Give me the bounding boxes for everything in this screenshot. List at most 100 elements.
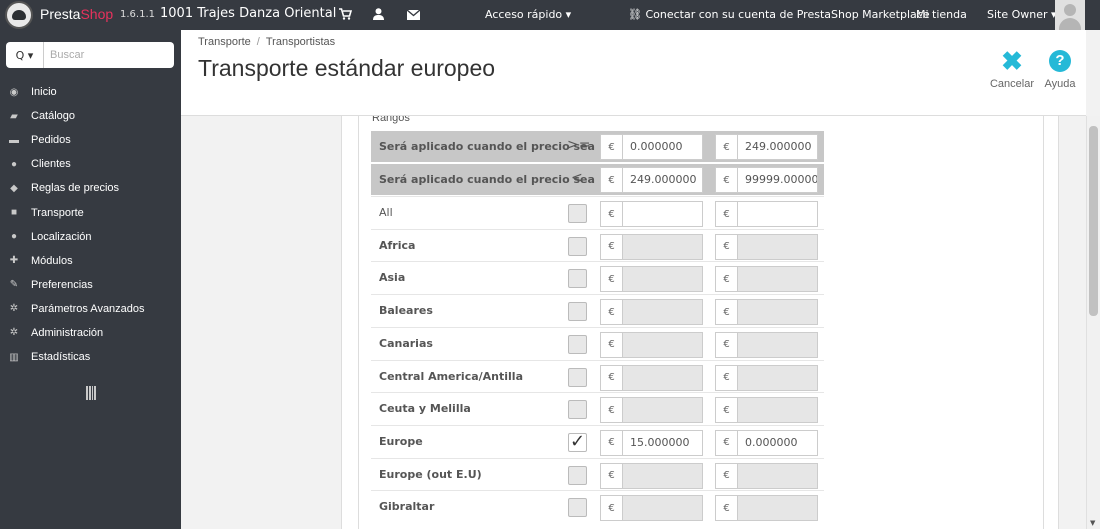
cancel-button[interactable]: ✖ Cancelar [989,48,1035,90]
fee-field[interactable]: € [600,462,703,489]
fee-input[interactable]: 15.000000 [623,430,702,455]
fee-input[interactable] [738,202,817,226]
range-to-input[interactable]: 99999.000000 [738,168,817,192]
fee-input[interactable] [738,398,817,423]
fee-field[interactable]: € [600,364,703,391]
cart-icon[interactable] [339,8,352,20]
zone-checkbox-checked[interactable] [568,431,587,452]
my-shop-link[interactable]: Mi tienda [916,8,967,21]
sidebar-item-localizacion[interactable]: ● Localización [0,225,181,249]
sidebar-item-reglas-precios[interactable]: ◆ Reglas de precios [0,176,181,200]
range-to-input[interactable]: 249.000000 [738,135,817,159]
fee-field[interactable]: € [600,397,703,424]
range-from-field[interactable]: € 0.000000 [600,134,703,160]
fee-field[interactable]: € [600,331,703,358]
fee-input[interactable] [623,267,702,292]
fee-field[interactable]: € [715,397,818,424]
fee-field[interactable]: € [715,462,818,489]
fee-input[interactable] [623,202,702,226]
fee-input[interactable] [738,267,817,292]
fee-field[interactable]: € [600,266,703,293]
user-icon[interactable] [373,8,384,20]
sidebar-item-estadisticas[interactable]: ▥ Estadísticas [0,345,181,369]
breadcrumb-item-transportistas[interactable]: Transportistas [266,36,335,48]
prestashop-logo-icon[interactable] [5,1,33,29]
sidebar-item-modulos[interactable]: ✚ Módulos [0,249,181,273]
fee-input[interactable] [738,234,817,259]
fee-input[interactable] [738,300,817,325]
fee-field[interactable]: € [600,299,703,326]
search-input[interactable] [50,44,168,66]
fee-input[interactable] [623,463,702,488]
sidebar-item-pedidos[interactable]: ▬ Pedidos [0,128,181,152]
zone-checkbox[interactable] [568,204,587,223]
fee-field[interactable]: €0.000000 [715,429,818,456]
range-to-field[interactable]: € 249.000000 [715,134,818,160]
breadcrumb-item-transporte[interactable]: Transporte [198,36,251,48]
shop-name-link[interactable]: 1001 Trajes Danza Oriental [160,6,336,21]
sidebar-item-label: Catálogo [31,110,76,123]
top-header: PrestaShop 1.6.1.1 1001 Trajes Danza Ori… [0,0,1100,30]
employee-dropdown[interactable]: Site Owner ▾ [987,8,1057,21]
ranges-form: Rangos Será aplicado cuando el precio se… [358,116,1044,529]
fee-field[interactable]: € [600,233,703,260]
fee-field[interactable]: € [715,331,818,358]
fee-field[interactable]: €15.000000 [600,429,703,456]
fee-field[interactable]: € [600,495,703,522]
currency-symbol: € [716,267,738,292]
fee-input[interactable] [623,398,702,423]
quick-access-dropdown[interactable]: Acceso rápido ▾ [485,8,571,21]
zone-checkbox[interactable] [568,269,587,289]
fee-field[interactable]: € [715,266,818,293]
sidebar-item-catalogo[interactable]: ▰ Catálogo [0,104,181,128]
sidebar-item-parametros-avanzados[interactable]: ✲ Parámetros Avanzados [0,297,181,321]
range-from-input[interactable]: 0.000000 [623,135,702,159]
question-icon: ? [1049,50,1071,72]
search-type-dropdown[interactable]: Q ▾ [6,42,44,68]
fee-input[interactable] [738,496,817,521]
sidebar-item-administracion[interactable]: ✲ Administración [0,321,181,345]
fee-field[interactable]: € [715,495,818,522]
avatar[interactable] [1055,0,1085,30]
breadcrumb-separator: / [256,36,260,48]
zone-checkbox[interactable] [568,465,587,485]
scroll-down-icon[interactable]: ▼ [1090,519,1095,527]
zone-checkbox[interactable] [568,334,587,354]
fee-input[interactable] [738,463,817,488]
sidebar-item-clientes[interactable]: ● Clientes [0,152,181,176]
sidebar-item-transporte[interactable]: ■ Transporte [0,200,181,224]
fee-field[interactable]: € [600,201,703,227]
envelope-icon[interactable] [407,10,420,20]
zone-checkbox[interactable] [568,498,587,518]
fee-input[interactable] [623,332,702,357]
help-button[interactable]: ? Ayuda [1043,50,1077,90]
zone-checkbox[interactable] [568,302,587,322]
fee-input[interactable] [623,234,702,259]
range-to-field[interactable]: € 99999.000000 [715,167,818,193]
fee-input[interactable] [738,332,817,357]
sidebar-item-inicio[interactable]: ◉ Inicio [0,80,181,104]
range-from-input[interactable]: 249.000000 [623,168,702,192]
brand-shop: Shop [80,6,114,22]
fee-field[interactable]: € [715,233,818,260]
zone-checkbox[interactable] [568,400,587,420]
fee-input[interactable] [738,365,817,390]
range-from-field[interactable]: € 249.000000 [600,167,703,193]
page-scrollbar[interactable]: ▼ [1086,116,1100,529]
fee-input[interactable] [623,496,702,521]
fee-field[interactable]: € [715,364,818,391]
fee-input[interactable]: 0.000000 [738,430,817,455]
marketplace-connect-link[interactable]: ⛓ Conectar con su cuenta de PrestaShop M… [628,8,930,21]
tags-icon: ◆ [10,182,18,194]
brand-name[interactable]: PrestaShop [40,6,113,22]
zone-checkbox[interactable] [568,367,587,387]
sidebar-item-preferencias[interactable]: ✎ Preferencias [0,273,181,297]
scrollbar-thumb[interactable] [1089,126,1098,316]
zone-checkbox[interactable] [568,236,587,256]
fee-input[interactable] [623,300,702,325]
cogs-icon: ✲ [9,303,19,315]
sidebar-collapse-icon[interactable] [86,386,96,400]
fee-input[interactable] [623,365,702,390]
fee-field[interactable]: € [715,201,818,227]
fee-field[interactable]: € [715,299,818,326]
